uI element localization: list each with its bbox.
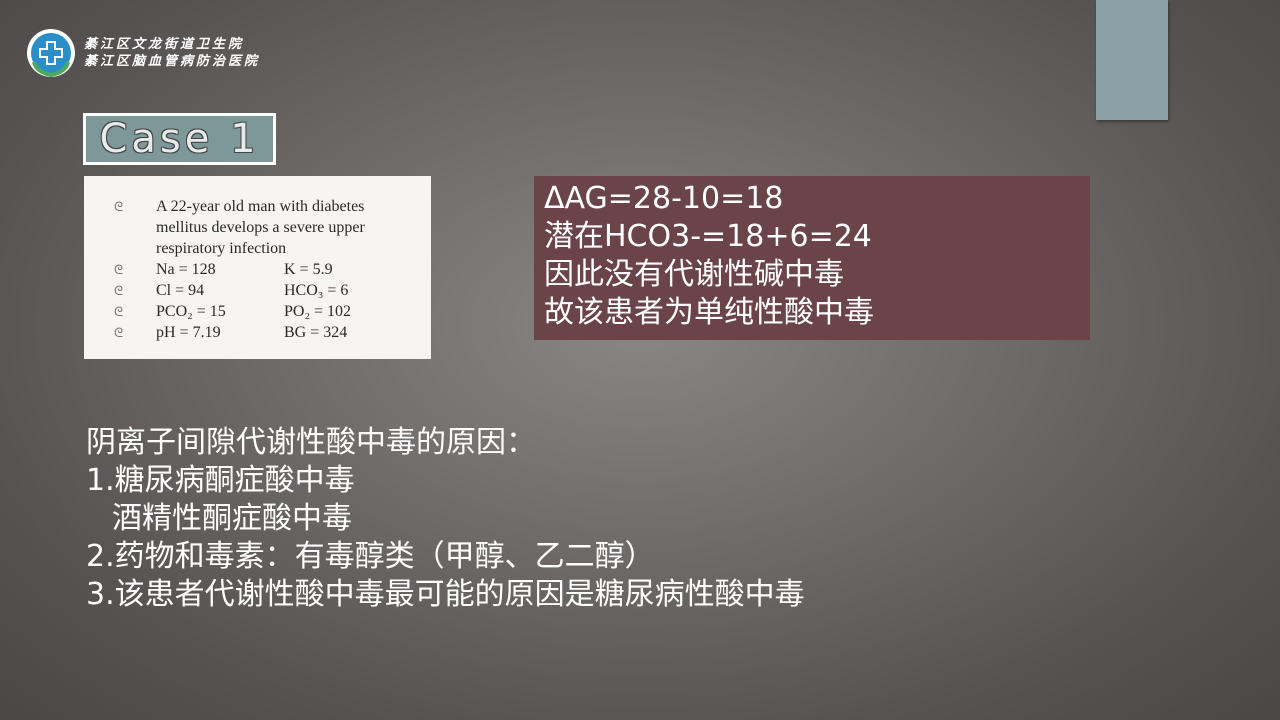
lab-row: ᘓ Cl = 94 HCO₃ = 6 (114, 280, 431, 301)
case-description-image: ᘓ A 22-year old man with diabetes mellit… (84, 176, 431, 359)
hospital-logo: 綦江区文龙街道卫生院 綦江区脑血管病防治医院 (26, 28, 260, 78)
causes-list: 阴离子间隙代谢性酸中毒的原因： 1.糖尿病酮症酸中毒 酒精性酮症酸中毒 2.药物… (86, 424, 805, 614)
cause-item: 3.该患者代谢性酸中毒最可能的原因是糖尿病性酸中毒 (86, 577, 805, 612)
cause-item: 酒精性酮症酸中毒 (112, 501, 352, 536)
hospital-emblem-icon (27, 29, 75, 78)
lab-value: K = 5.9 (284, 261, 333, 278)
bullet-icon: ᘓ (114, 283, 124, 298)
lab-value: PCO₂ = 15 (156, 303, 226, 320)
bullet-icon: ᘓ (114, 262, 124, 277)
logo-line-2: 綦江区脑血管病防治医院 (84, 54, 261, 69)
case-title-box: Case 1 (83, 113, 276, 165)
cause-item: 1.糖尿病酮症酸中毒 (86, 463, 355, 498)
calc-line: 潜在HCO3-=18+6=24 (544, 219, 872, 254)
lab-row: ᘓ PCO₂ = 15 PO₂ = 102 (114, 301, 431, 322)
lab-value: HCO₃ = 6 (284, 282, 349, 299)
calculation-box: ΔAG=28-10=18 潜在HCO3-=18+6=24 因此没有代谢性碱中毒 … (534, 176, 1090, 340)
lab-value: pH = 7.19 (156, 324, 221, 341)
calc-line: 故该患者为单纯性酸中毒 (544, 295, 874, 330)
cause-item: 2.药物和毒素：有毒醇类（甲醇、乙二醇） (86, 539, 655, 574)
calc-line: ΔAG=28-10=18 (544, 181, 784, 216)
calc-line: 因此没有代谢性碱中毒 (544, 257, 844, 292)
lab-value: Na = 128 (156, 261, 216, 278)
case-intro-row: ᘓ A 22-year old man with diabetes mellit… (114, 196, 431, 259)
lab-value: Cl = 94 (156, 282, 205, 299)
logo-text: 綦江区文龙街道卫生院 綦江区脑血管病防治医院 (84, 36, 260, 70)
lab-value: PO₂ = 102 (284, 303, 352, 320)
case-title: Case 1 (99, 116, 260, 162)
lab-row: ᘓ pH = 7.19 BG = 324 (114, 322, 431, 343)
bullet-icon: ᘓ (114, 199, 124, 214)
lab-row: ᘓ Na = 128 K = 5.9 (114, 259, 431, 280)
case-intro-text: A 22-year old man with diabetes mellitus… (156, 198, 365, 257)
causes-heading: 阴离子间隙代谢性酸中毒的原因： (86, 425, 536, 460)
decorative-corner-block (1096, 0, 1168, 120)
lab-value: BG = 324 (284, 324, 348, 341)
bullet-icon: ᘓ (114, 325, 124, 340)
bullet-icon: ᘓ (114, 304, 124, 319)
logo-line-1: 綦江区文龙街道卫生院 (84, 37, 245, 52)
